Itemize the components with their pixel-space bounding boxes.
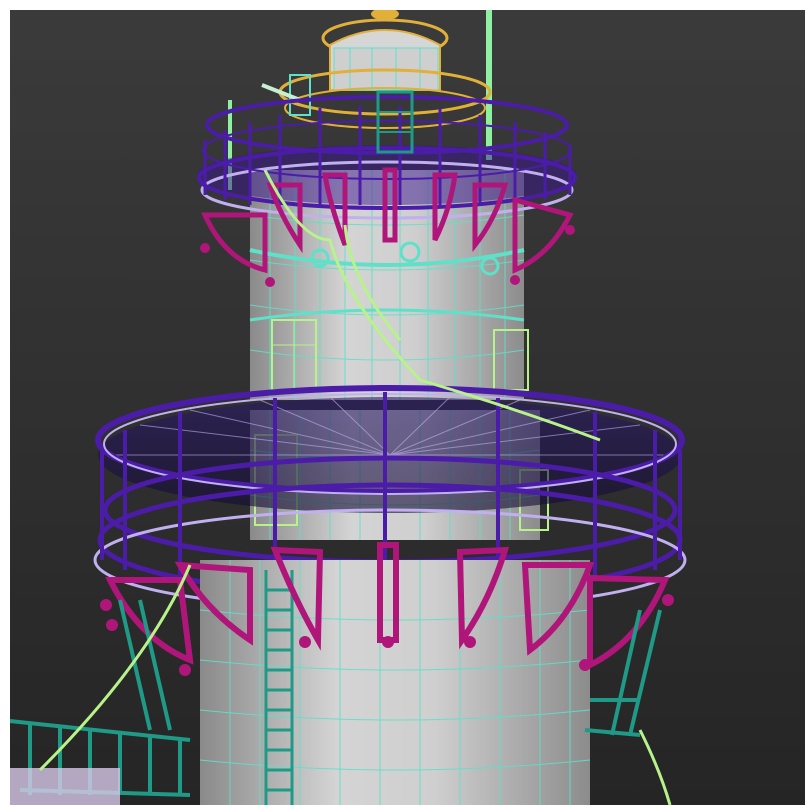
frame-border-left bbox=[0, 0, 10, 805]
3d-viewport[interactable] bbox=[0, 0, 805, 805]
frame-border-top bbox=[0, 0, 805, 10]
lighthouse-wireframe-render bbox=[0, 0, 805, 805]
